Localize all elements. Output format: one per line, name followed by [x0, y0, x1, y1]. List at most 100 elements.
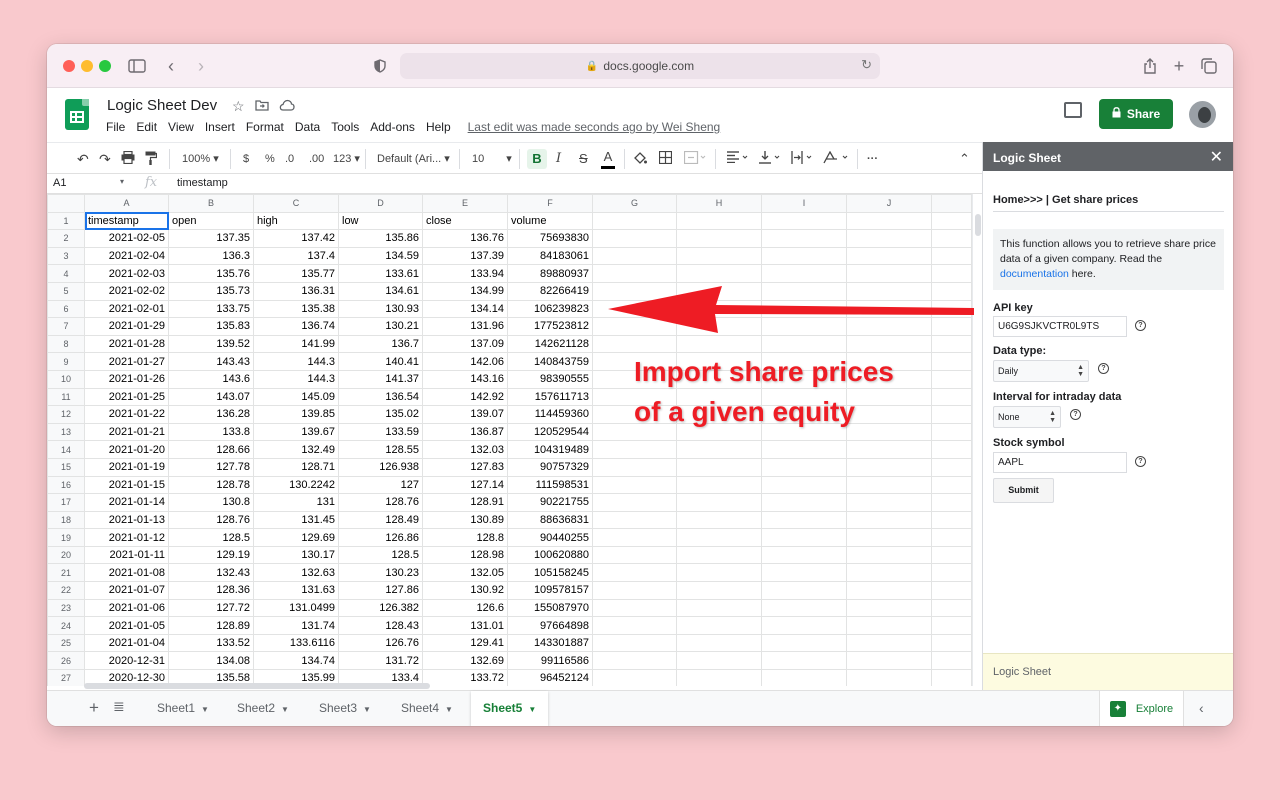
table-cell[interactable]: 97664898	[507, 616, 593, 635]
row-number[interactable]: 20	[47, 545, 85, 565]
table-cell[interactable]: 100620880	[507, 545, 593, 565]
table-cell[interactable]: 134.99	[422, 281, 508, 301]
font-select[interactable]: Default (Ari... ▾	[377, 151, 450, 167]
table-cell[interactable]: 136.74	[253, 317, 339, 336]
table-cell[interactable]	[592, 334, 677, 354]
table-cell[interactable]	[592, 545, 677, 565]
table-cell[interactable]: 126.86	[338, 528, 423, 547]
row-number[interactable]: 4	[47, 264, 85, 283]
table-cell[interactable]: 105158245	[507, 563, 593, 583]
table-cell[interactable]	[676, 475, 762, 495]
new-tab-icon[interactable]: +	[1170, 54, 1188, 78]
menu-data[interactable]: Data	[295, 120, 320, 134]
row-number[interactable]: 13	[47, 422, 85, 442]
table-cell[interactable]	[676, 510, 762, 530]
row-number[interactable]: 14	[47, 440, 85, 459]
increase-decimal-button[interactable]: .00	[309, 151, 324, 167]
submit-button[interactable]: Submit	[993, 478, 1054, 503]
minimize-window-button[interactable]	[81, 60, 93, 72]
table-cell[interactable]: 131.74	[253, 616, 339, 635]
more-tools-icon[interactable]: ···	[867, 151, 878, 167]
print-icon[interactable]	[121, 150, 135, 167]
table-cell[interactable]: 129.69	[253, 528, 339, 547]
table-cell[interactable]: 128.89	[168, 616, 254, 635]
table-cell[interactable]: 128.76	[338, 493, 423, 512]
row-number[interactable]: 12	[47, 405, 85, 424]
table-cell[interactable]	[761, 651, 847, 671]
table-cell[interactable]: 135.02	[338, 405, 423, 424]
table-cell[interactable]: 99116586	[507, 651, 593, 671]
table-cell[interactable]: 2021-01-19	[84, 457, 169, 477]
tab-sheet3[interactable]: Sheet3 ▼	[307, 691, 383, 726]
table-cell[interactable]: 2021-01-06	[84, 598, 169, 618]
menu-help[interactable]: Help	[426, 120, 451, 134]
table-cell[interactable]: 131.0499	[253, 598, 339, 618]
table-cell[interactable]: 2021-01-25	[84, 387, 169, 407]
address-bar[interactable]: 🔒 docs.google.com ↻	[400, 53, 880, 79]
table-cell[interactable]	[592, 440, 677, 459]
table-cell[interactable]	[761, 510, 847, 530]
row-number[interactable]: 15	[47, 457, 85, 477]
table-cell[interactable]: 128.71	[253, 457, 339, 477]
more-formats-select[interactable]: 123 ▾	[333, 151, 360, 167]
table-cell[interactable]	[931, 387, 972, 407]
table-cell[interactable]	[592, 475, 677, 495]
table-cell[interactable]: 143.16	[422, 369, 508, 389]
table-cell[interactable]: 134.14	[422, 299, 508, 319]
table-cell[interactable]	[931, 528, 972, 547]
table-cell[interactable]	[761, 317, 847, 336]
table-cell[interactable]	[676, 457, 762, 477]
table-cell[interactable]	[676, 528, 762, 547]
column-header[interactable]: F	[507, 194, 593, 213]
name-box-dropdown-icon[interactable]: ▾	[120, 177, 124, 186]
table-cell[interactable]	[761, 457, 847, 477]
comment-history-icon[interactable]	[1064, 102, 1082, 118]
cloud-saved-icon[interactable]	[279, 98, 295, 115]
table-cell[interactable]: 131.45	[253, 510, 339, 530]
column-header[interactable]: J	[846, 194, 932, 213]
table-cell[interactable]: low	[338, 211, 423, 231]
table-cell[interactable]	[761, 299, 847, 319]
row-number[interactable]: 3	[47, 246, 85, 266]
api-key-input[interactable]: U6G9SJKVCTR0L9TS	[993, 316, 1127, 337]
table-cell[interactable]: 136.87	[422, 422, 508, 442]
horizontal-align-icon[interactable]	[727, 151, 749, 167]
table-cell[interactable]	[846, 317, 932, 336]
table-cell[interactable]: 2021-02-05	[84, 229, 169, 248]
table-cell[interactable]	[931, 422, 972, 442]
table-cell[interactable]	[931, 510, 972, 530]
column-header[interactable]: E	[422, 194, 508, 213]
table-cell[interactable]: 126.6	[422, 598, 508, 618]
table-cell[interactable]	[592, 457, 677, 477]
table-cell[interactable]	[676, 493, 762, 512]
table-cell[interactable]: 130.89	[422, 510, 508, 530]
text-wrapping-icon[interactable]	[791, 151, 813, 167]
table-cell[interactable]	[676, 440, 762, 459]
table-cell[interactable]: 143.07	[168, 387, 254, 407]
table-cell[interactable]: 132.43	[168, 563, 254, 583]
table-cell[interactable]	[846, 281, 932, 301]
table-cell[interactable]	[592, 510, 677, 530]
bold-button[interactable]: B	[527, 149, 547, 169]
table-cell[interactable]	[846, 633, 932, 653]
table-cell[interactable]: 131.63	[253, 581, 339, 600]
table-cell[interactable]: 2021-01-13	[84, 510, 169, 530]
data-type-select[interactable]: Daily ▲ ▼	[993, 360, 1089, 382]
avatar[interactable]	[1189, 101, 1216, 128]
fill-color-icon[interactable]	[633, 151, 647, 167]
table-cell[interactable]: 139.52	[168, 334, 254, 354]
table-cell[interactable]: 82266419	[507, 281, 593, 301]
table-cell[interactable]: 133.59	[338, 422, 423, 442]
star-icon[interactable]: ☆	[232, 98, 245, 115]
table-cell[interactable]	[931, 475, 972, 495]
table-cell[interactable]	[761, 264, 847, 283]
table-cell[interactable]: 2021-01-28	[84, 334, 169, 354]
text-rotation-icon[interactable]	[823, 150, 849, 167]
row-number[interactable]: 22	[47, 581, 85, 600]
table-cell[interactable]	[676, 563, 762, 583]
table-cell[interactable]: 130.93	[338, 299, 423, 319]
table-cell[interactable]	[761, 475, 847, 495]
table-cell[interactable]: 133.61	[338, 264, 423, 283]
redo-icon[interactable]: ↷	[99, 151, 111, 167]
row-number[interactable]: 25	[47, 633, 85, 653]
